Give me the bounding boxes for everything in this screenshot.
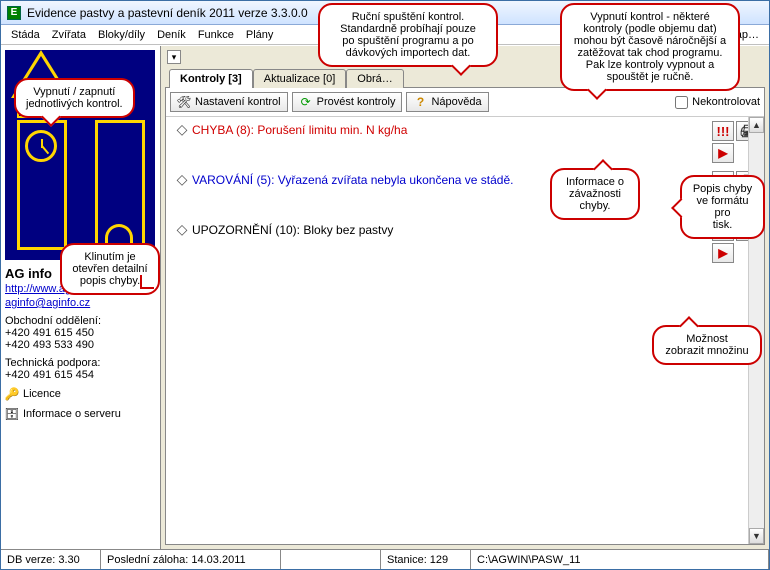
question-icon: ? xyxy=(413,95,427,109)
sales-phone-2: +420 493 533 490 xyxy=(5,339,156,351)
check-item-info: ◇ UPOZORNĚNÍ (10): Bloky bez pastvy ! 🖨 … xyxy=(166,217,764,267)
status-db: DB verze: 3.30 xyxy=(1,550,101,569)
tab-aktualizace[interactable]: Aktualizace [0] xyxy=(253,69,347,88)
disable-checkbox-input[interactable] xyxy=(675,96,688,109)
status-station: Stanice: 129 xyxy=(381,550,471,569)
status-backup: Poslední záloha: 14.03.2011 xyxy=(101,550,281,569)
book-icon[interactable]: ◇ xyxy=(172,121,192,138)
callout-disable: Vypnutí kontrol - některékontroly (podle… xyxy=(560,3,740,91)
disable-label: Nekontrolovat xyxy=(692,96,760,108)
gear-icon: 🛠 xyxy=(177,95,191,109)
main-area: ▾ Kontroly [3] Aktualizace [0] Obrá… 🛠 N… xyxy=(161,46,769,549)
sales-label: Obchodní oddělení: xyxy=(5,315,156,327)
menu-bloky[interactable]: Bloky/díly xyxy=(92,27,151,43)
menu-denik[interactable]: Deník xyxy=(151,27,192,43)
filter-icon[interactable]: ▾ xyxy=(167,50,181,64)
scroll-down-icon[interactable]: ▼ xyxy=(749,528,764,544)
book-icon[interactable]: ◇ xyxy=(172,171,192,188)
callout-print: Popis chybyve formátu protisk. xyxy=(680,175,765,239)
callout-severity: Informace ozávažnostichyby. xyxy=(550,168,640,220)
scroll-up-icon[interactable]: ▲ xyxy=(749,117,764,133)
help-toolbar-button[interactable]: ? Nápověda xyxy=(406,92,488,112)
sidebar: info AG info http://www.aginfo.cz aginfo… xyxy=(1,46,161,549)
disable-checks-checkbox[interactable]: Nekontrolovat xyxy=(675,96,760,109)
tab-kontroly[interactable]: Kontroly [3] xyxy=(169,69,253,88)
refresh-icon: ⟳ xyxy=(299,95,313,109)
toolbar: 🛠 Nastavení kontrol ⟳ Provést kontroly ?… xyxy=(166,88,764,117)
status-path: C:\AGWIN\PASW_11 xyxy=(471,550,769,569)
run-label: Provést kontroly xyxy=(317,96,396,108)
show-set-button[interactable]: ▶ xyxy=(712,143,734,163)
body-area: info AG info http://www.aginfo.cz aginfo… xyxy=(1,45,769,549)
menu-stada[interactable]: Stáda xyxy=(5,27,46,43)
support-label: Technická podpora: xyxy=(5,357,156,369)
callout-detail: Klinutím jeotevřen detailnípopis chyby. xyxy=(60,243,160,295)
server-icon: 🗄 xyxy=(5,407,19,421)
menu-zvirata[interactable]: Zvířata xyxy=(46,27,92,43)
support-phone: +420 491 615 454 xyxy=(5,369,156,381)
run-checks-button[interactable]: ⟳ Provést kontroly xyxy=(292,92,403,112)
menu-funkce[interactable]: Funkce xyxy=(192,27,240,43)
check-info-text[interactable]: UPOZORNĚNÍ (10): Bloky bez pastvy xyxy=(192,221,712,249)
settings-button[interactable]: 🛠 Nastavení kontrol xyxy=(170,92,288,112)
tab-panel: 🛠 Nastavení kontrol ⟳ Provést kontroly ?… xyxy=(165,87,765,545)
callout-toggle: Vypnutí / zapnutíjednotlivých kontrol. xyxy=(14,78,135,118)
severity-button[interactable]: !!! xyxy=(712,121,734,141)
status-bar: DB verze: 3.30 Poslední záloha: 14.03.20… xyxy=(1,549,769,569)
check-error-text[interactable]: CHYBA (8): Porušení limitu min. N kg/ha xyxy=(192,121,712,149)
callout-run: Ruční spuštění kontrol.Standardně probíh… xyxy=(318,3,498,67)
callout-set: Možnostzobrazit množinu xyxy=(652,325,762,365)
company-email[interactable]: aginfo@aginfo.cz xyxy=(5,297,156,309)
menu-plany[interactable]: Plány xyxy=(240,27,280,43)
check-item-error: ◇ CHYBA (8): Porušení limitu min. N kg/h… xyxy=(166,117,764,167)
tab-obra[interactable]: Obrá… xyxy=(346,69,403,88)
toolbar-help-label: Nápověda xyxy=(431,96,481,108)
licence-button[interactable]: 🔑 Licence xyxy=(5,387,156,401)
book-icon[interactable]: ◇ xyxy=(172,221,192,238)
server-label: Informace o serveru xyxy=(23,408,121,420)
show-set-button[interactable]: ▶ xyxy=(712,243,734,263)
settings-label: Nastavení kontrol xyxy=(195,96,281,108)
server-info-button[interactable]: 🗄 Informace o serveru xyxy=(5,407,156,421)
sales-phone-1: +420 491 615 450 xyxy=(5,327,156,339)
licence-label: Licence xyxy=(23,388,61,400)
key-icon: 🔑 xyxy=(5,387,19,401)
app-icon: E xyxy=(7,6,21,20)
